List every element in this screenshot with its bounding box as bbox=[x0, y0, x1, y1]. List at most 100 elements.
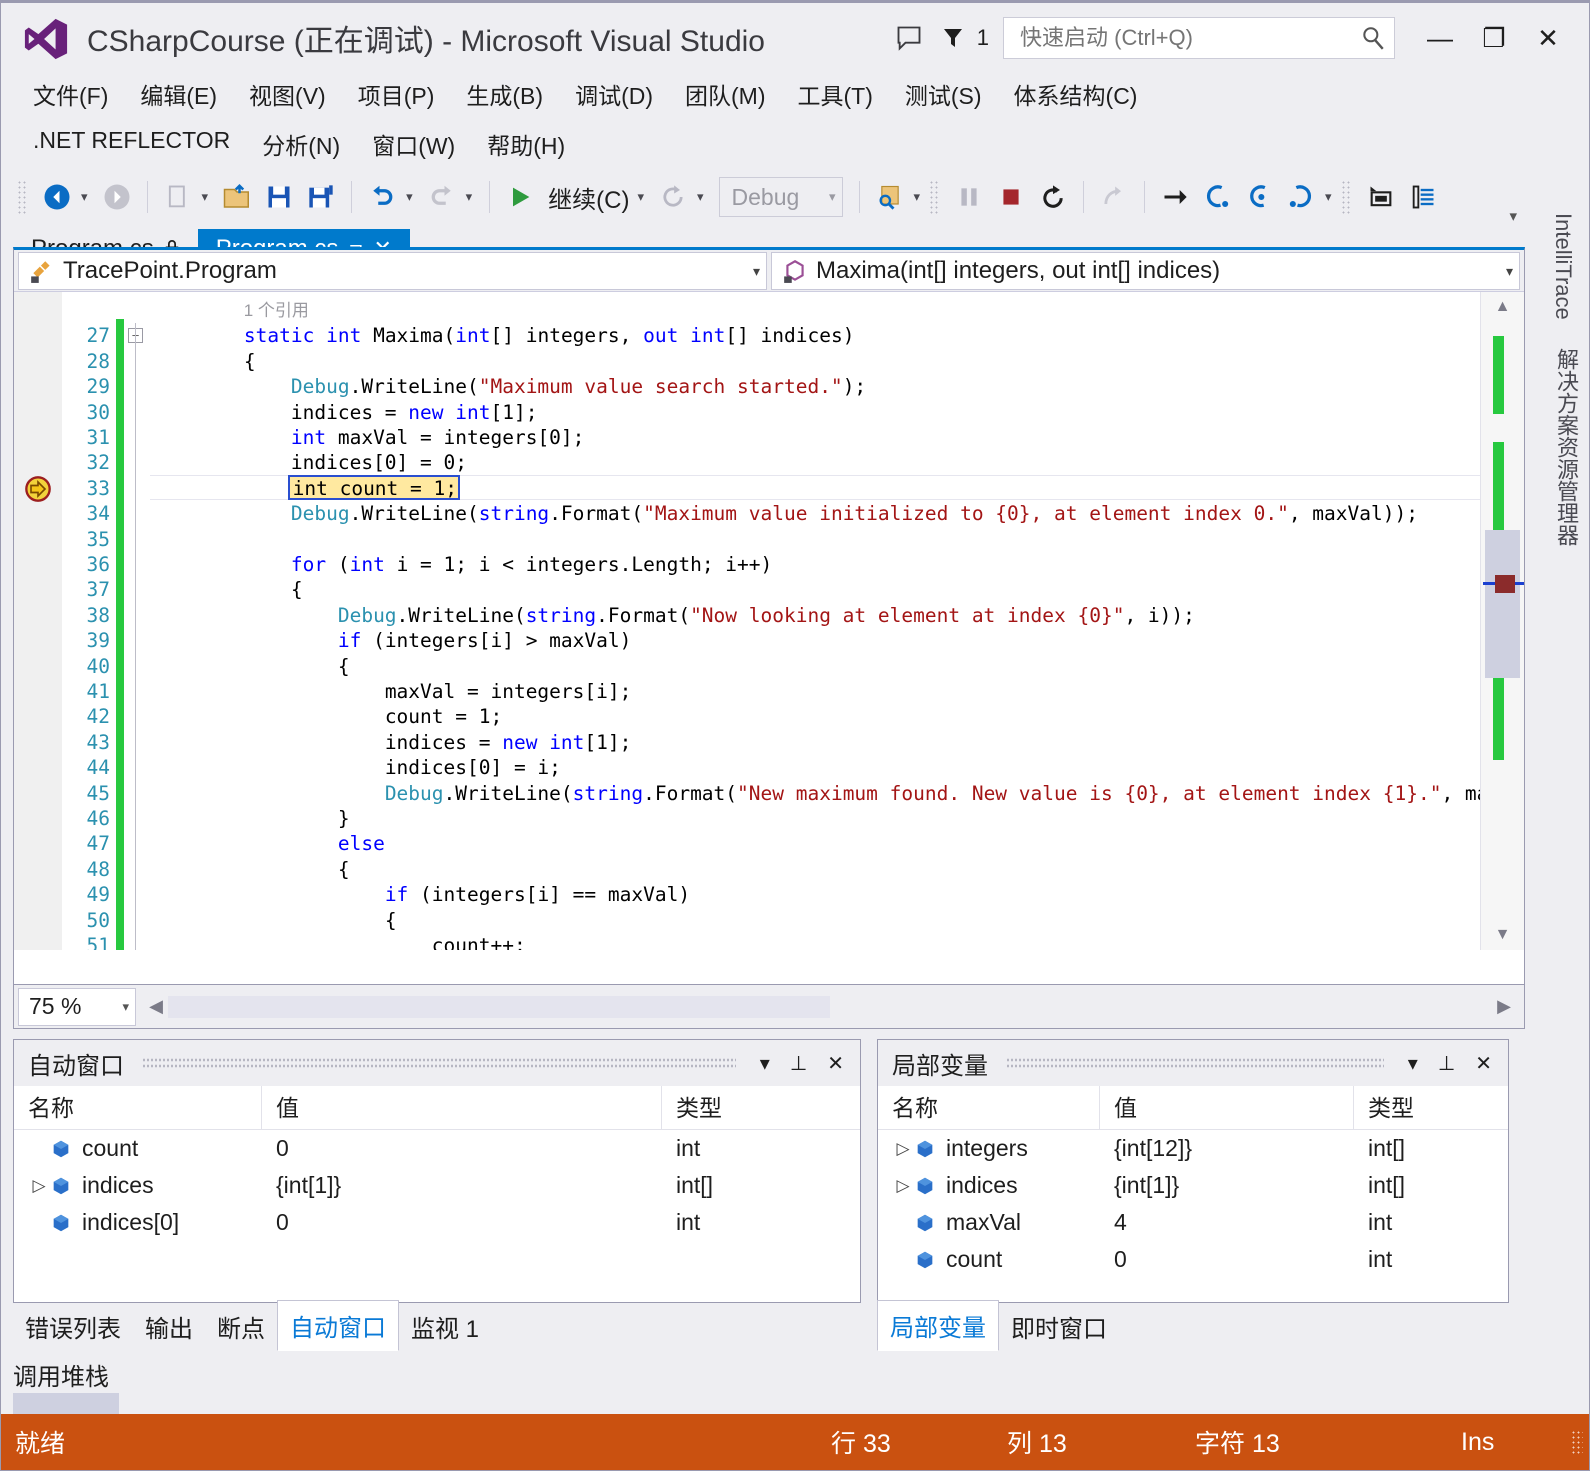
locals-name-cell[interactable]: ▷ indices bbox=[878, 1167, 1100, 1204]
code-line[interactable]: indices[0] = 0; bbox=[150, 450, 467, 475]
menu-project[interactable]: 项目(P) bbox=[342, 69, 451, 119]
expander-icon[interactable]: ▷ bbox=[892, 1167, 914, 1204]
undo-icon[interactable] bbox=[362, 175, 402, 219]
find-caret-icon[interactable]: ▾ bbox=[912, 189, 928, 205]
autos-panel-menu-icon[interactable]: ▾ bbox=[754, 1051, 776, 1076]
autos-column-type[interactable]: 类型 bbox=[662, 1086, 860, 1130]
bottom-tab-3[interactable]: 自动窗口 bbox=[277, 1300, 399, 1351]
scroll-up-arrow-icon[interactable]: ▲ bbox=[1481, 292, 1524, 316]
locals-panel-menu-icon[interactable]: ▾ bbox=[1402, 1051, 1424, 1076]
continue-play-icon[interactable] bbox=[500, 175, 540, 219]
code-line[interactable]: indices[0] = i; bbox=[150, 755, 561, 780]
autos-panel-pin-icon[interactable]: ⊥ bbox=[784, 1051, 813, 1076]
locals-column-value[interactable]: 值 bbox=[1100, 1085, 1354, 1130]
menu-window[interactable]: 窗口(W) bbox=[356, 119, 471, 169]
code-line[interactable]: Debug.WriteLine(string.Format("Now looki… bbox=[150, 603, 1195, 628]
notifications-icon[interactable] bbox=[931, 16, 975, 60]
outlining-gutter[interactable]: − bbox=[124, 292, 150, 950]
break-all-icon[interactable] bbox=[949, 175, 989, 219]
bottom-tab-2[interactable]: 断点 bbox=[205, 1302, 277, 1351]
chevron-down-icon[interactable]: ▾ bbox=[1496, 263, 1513, 280]
bottom-tab-right-0[interactable]: 局部变量 bbox=[877, 1300, 999, 1351]
autos-name-cell[interactable]: count bbox=[14, 1130, 262, 1167]
code-text-area[interactable]: 1 个引用 static int Maxima(int[] integers, … bbox=[150, 292, 1524, 950]
autos-name-cell[interactable]: indices[0] bbox=[14, 1204, 262, 1241]
locals-name-cell[interactable]: count bbox=[878, 1241, 1100, 1278]
code-line[interactable]: } bbox=[150, 806, 350, 831]
menu-file[interactable]: 文件(F) bbox=[17, 69, 124, 119]
locals-value-cell[interactable]: {int[12]} bbox=[1100, 1130, 1354, 1167]
save-icon[interactable] bbox=[259, 175, 299, 219]
dock-tab-solution-explorer[interactable]: 解决方案资源管理器 bbox=[1537, 333, 1589, 560]
menu-team[interactable]: 团队(M) bbox=[669, 69, 781, 119]
toolbar-grip-3[interactable] bbox=[1340, 180, 1351, 214]
toolbar-overflow-caret-icon[interactable]: ▾ bbox=[1509, 207, 1517, 225]
continue-button-label[interactable]: 继续(C) bbox=[542, 180, 633, 215]
table-row[interactable]: ▷ integers {int[12]} int[] bbox=[878, 1130, 1508, 1167]
code-line[interactable]: indices = new int[1]; bbox=[150, 400, 538, 425]
breakpoint-gutter[interactable] bbox=[14, 292, 62, 950]
bottom-tab-0[interactable]: 错误列表 bbox=[13, 1302, 133, 1351]
code-line[interactable]: int maxVal = integers[0]; bbox=[150, 425, 585, 450]
code-line[interactable]: { bbox=[150, 654, 350, 679]
close-button[interactable]: ✕ bbox=[1521, 12, 1575, 64]
toolbar-grip[interactable] bbox=[17, 180, 27, 214]
menu-build[interactable]: 生成(B) bbox=[450, 69, 559, 119]
locals-value-cell[interactable]: 4 bbox=[1100, 1204, 1354, 1241]
table-row[interactable]: indices[0] 0 int bbox=[14, 1204, 860, 1241]
toolbar-grip-2[interactable] bbox=[929, 180, 940, 214]
menu-architecture[interactable]: 体系结构(C) bbox=[998, 69, 1154, 119]
scrollbar-thumb[interactable] bbox=[1485, 530, 1520, 678]
bottom-tab-4[interactable]: 监视 1 bbox=[399, 1302, 491, 1351]
expander-icon[interactable]: ▷ bbox=[892, 1130, 914, 1167]
minimize-button[interactable]: — bbox=[1413, 12, 1467, 64]
autos-grid-body[interactable]: count 0 int ▷ indices {int[1]} int[] indices[0]… bbox=[14, 1130, 860, 1241]
bottom-tab-right-1[interactable]: 即时窗口 bbox=[999, 1302, 1119, 1351]
table-row[interactable]: ▷ indices {int[1]} int[] bbox=[14, 1167, 860, 1204]
menu-help[interactable]: 帮助(H) bbox=[471, 119, 581, 169]
call-stack-label[interactable]: 调用堆栈 bbox=[13, 1357, 109, 1392]
scroll-right-arrow-icon[interactable]: ▶ bbox=[1492, 996, 1516, 1017]
code-line[interactable]: if (integers[i] == maxVal) bbox=[150, 882, 690, 907]
undo-caret-icon[interactable]: ▾ bbox=[404, 189, 420, 205]
autos-value-cell[interactable]: 0 bbox=[262, 1130, 662, 1167]
table-row[interactable]: maxVal 4 int bbox=[878, 1204, 1508, 1241]
autos-value-cell[interactable]: 0 bbox=[262, 1204, 662, 1241]
current-statement-arrow-icon[interactable] bbox=[24, 475, 52, 503]
step-caret-icon[interactable]: ▾ bbox=[1323, 189, 1339, 205]
step-into-icon[interactable] bbox=[1197, 175, 1237, 219]
code-line[interactable]: count++; bbox=[150, 933, 526, 950]
dock-tab-intellitrace[interactable]: IntelliTrace bbox=[1537, 199, 1589, 334]
solution-configuration-combo[interactable]: Debug ▾ bbox=[718, 177, 843, 217]
code-line[interactable]: Debug.WriteLine(string.Format("New maxim… bbox=[150, 781, 1524, 806]
step-into-arrow-icon[interactable] bbox=[1155, 175, 1195, 219]
autos-column-value[interactable]: 值 bbox=[262, 1085, 662, 1130]
quick-launch-box[interactable] bbox=[1003, 17, 1395, 59]
code-line[interactable]: maxVal = integers[i]; bbox=[150, 679, 632, 704]
redo-caret-icon[interactable]: ▾ bbox=[464, 189, 480, 205]
autos-panel-close-icon[interactable]: ✕ bbox=[821, 1051, 850, 1076]
code-line[interactable]: if (integers[i] > maxVal) bbox=[150, 628, 632, 653]
step-over-icon[interactable] bbox=[1239, 175, 1279, 219]
maximize-button[interactable]: ❐ bbox=[1467, 12, 1521, 64]
autos-name-cell[interactable]: ▷ indices bbox=[14, 1167, 262, 1204]
scroll-down-arrow-icon[interactable]: ▼ bbox=[1481, 926, 1524, 944]
chevron-down-icon[interactable]: ▾ bbox=[122, 999, 129, 1015]
locals-name-cell[interactable]: maxVal bbox=[878, 1204, 1100, 1241]
menu-view[interactable]: 视图(V) bbox=[233, 69, 342, 119]
chevron-down-icon[interactable]: ▾ bbox=[743, 263, 760, 280]
menu-edit[interactable]: 编辑(E) bbox=[124, 69, 233, 119]
feedback-icon[interactable] bbox=[887, 16, 931, 60]
restart-caret-icon[interactable]: ▾ bbox=[695, 189, 711, 205]
continue-caret-icon[interactable]: ▾ bbox=[635, 189, 651, 205]
code-line[interactable]: else bbox=[150, 831, 385, 856]
show-threads-icon[interactable] bbox=[1403, 175, 1443, 219]
find-in-solution-icon[interactable] bbox=[870, 175, 910, 219]
code-line[interactable]: Debug.WriteLine(string.Format("Maximum v… bbox=[150, 501, 1418, 526]
code-line[interactable]: { bbox=[150, 857, 350, 882]
step-out-icon[interactable] bbox=[1281, 175, 1321, 219]
open-file-icon[interactable] bbox=[217, 175, 257, 219]
code-line[interactable]: for (int i = 1; i < integers.Length; i++… bbox=[150, 552, 772, 577]
menu-net-reflector[interactable]: .NET REFLECTOR bbox=[17, 119, 246, 169]
locals-value-cell[interactable]: {int[1]} bbox=[1100, 1167, 1354, 1204]
